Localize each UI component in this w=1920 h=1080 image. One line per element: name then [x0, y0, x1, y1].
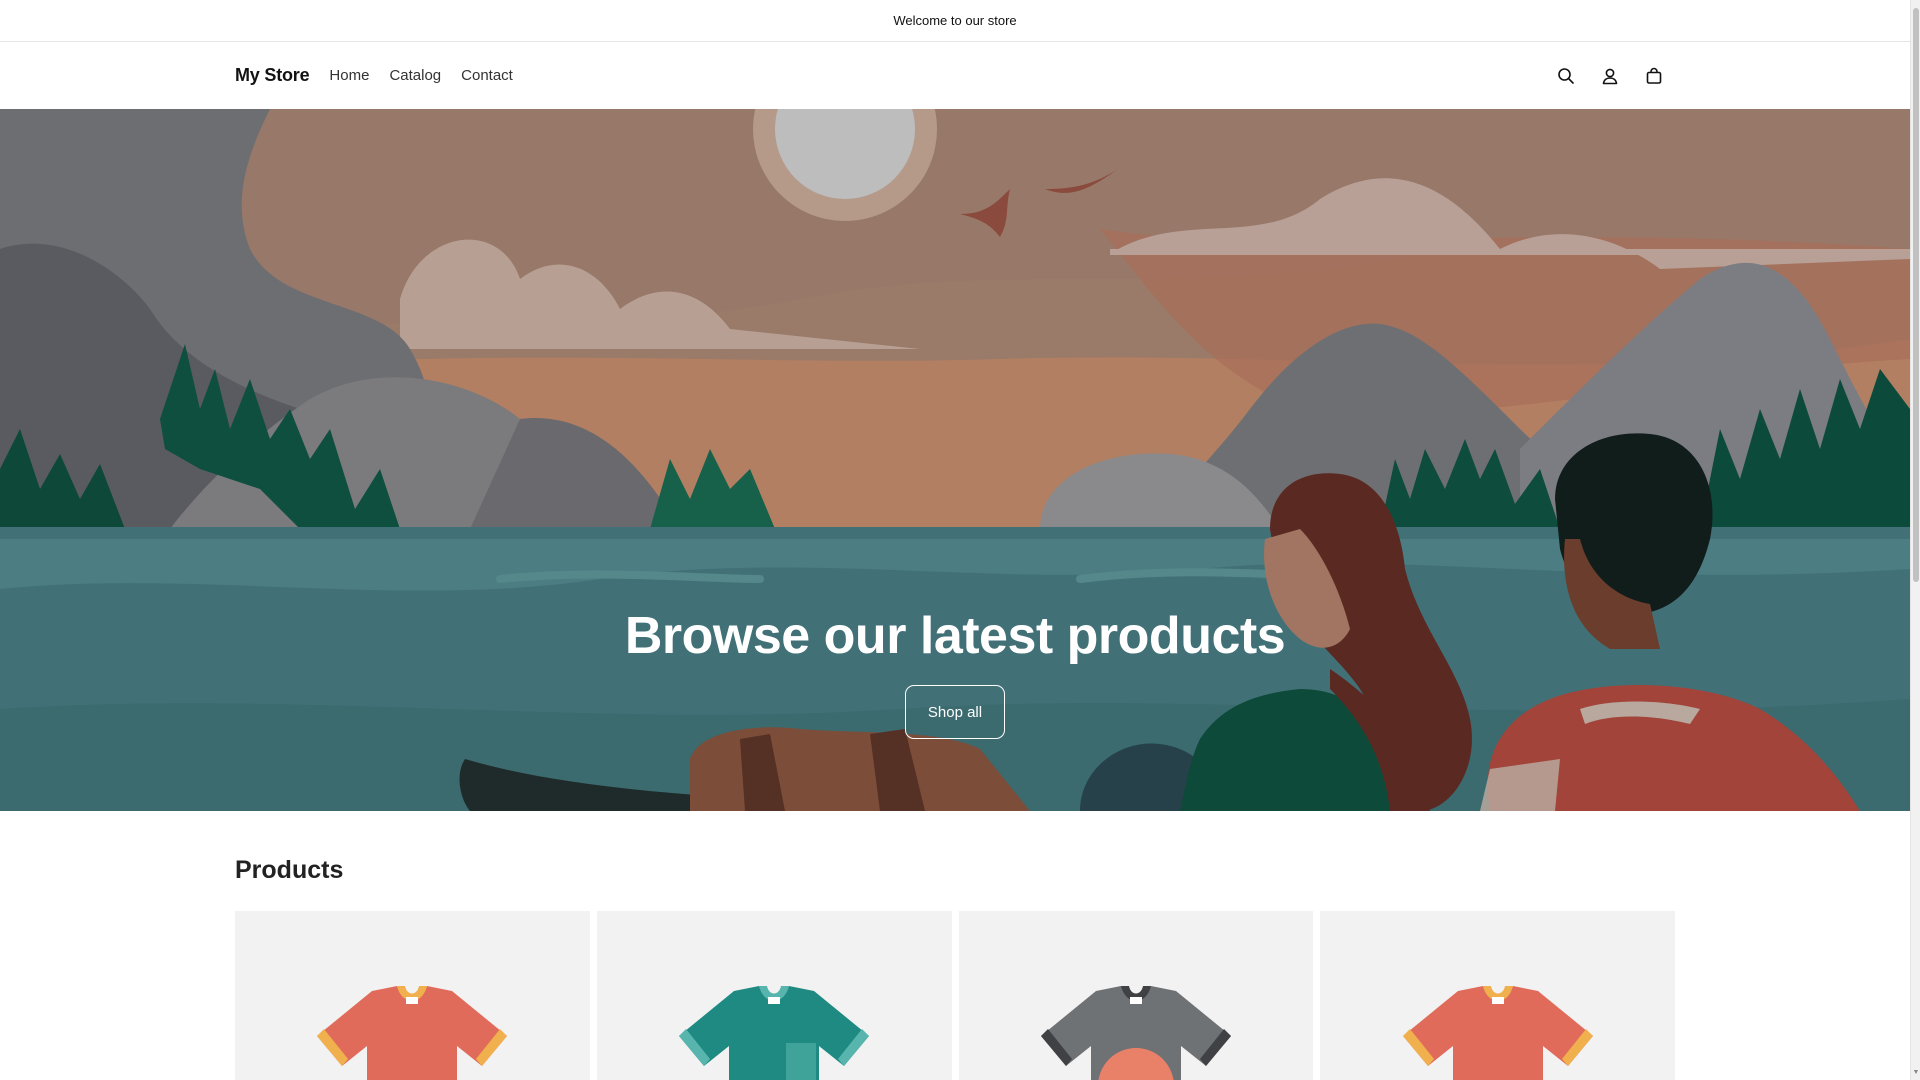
announcement-bar: Welcome to our store	[0, 0, 1910, 42]
shop-all-button[interactable]: Shop all	[905, 685, 1005, 739]
main-nav: Home Catalog Contact	[329, 67, 512, 84]
store-page: Welcome to our store My Store Home Catal…	[0, 0, 1910, 1080]
nav-contact[interactable]: Contact	[461, 67, 513, 84]
site-header: My Store Home Catalog Contact	[0, 42, 1910, 109]
tshirt-red-icon	[317, 986, 508, 1080]
nav-home[interactable]: Home	[329, 67, 369, 84]
announcement-text: Welcome to our store	[893, 13, 1017, 28]
hero-content: Browse our latest products Shop all	[0, 109, 1910, 811]
hero-banner: Browse our latest products Shop all	[0, 109, 1910, 811]
store-logo[interactable]: My Store	[235, 65, 310, 86]
header-icons	[1555, 42, 1665, 109]
product-card[interactable]	[1320, 911, 1675, 1080]
product-card[interactable]	[596, 911, 952, 1080]
search-icon[interactable]	[1555, 65, 1577, 87]
hero-title: Browse our latest products	[624, 607, 1286, 665]
cart-icon[interactable]	[1643, 65, 1665, 87]
page-scrollbar[interactable]: ▼	[1910, 0, 1920, 1080]
scroll-thumb[interactable]	[1913, 8, 1919, 582]
tshirt-red-icon	[1402, 986, 1593, 1080]
tshirt-teal-icon	[679, 986, 870, 1080]
account-icon[interactable]	[1599, 65, 1621, 87]
scroll-down-arrow-icon[interactable]: ▼	[1911, 1068, 1920, 1078]
products-heading: Products	[235, 856, 344, 884]
tshirt-gray-icon	[1040, 986, 1231, 1080]
product-grid	[235, 911, 1675, 1080]
product-card[interactable]	[235, 911, 590, 1080]
product-card[interactable]	[958, 911, 1314, 1080]
nav-catalog[interactable]: Catalog	[389, 67, 441, 84]
